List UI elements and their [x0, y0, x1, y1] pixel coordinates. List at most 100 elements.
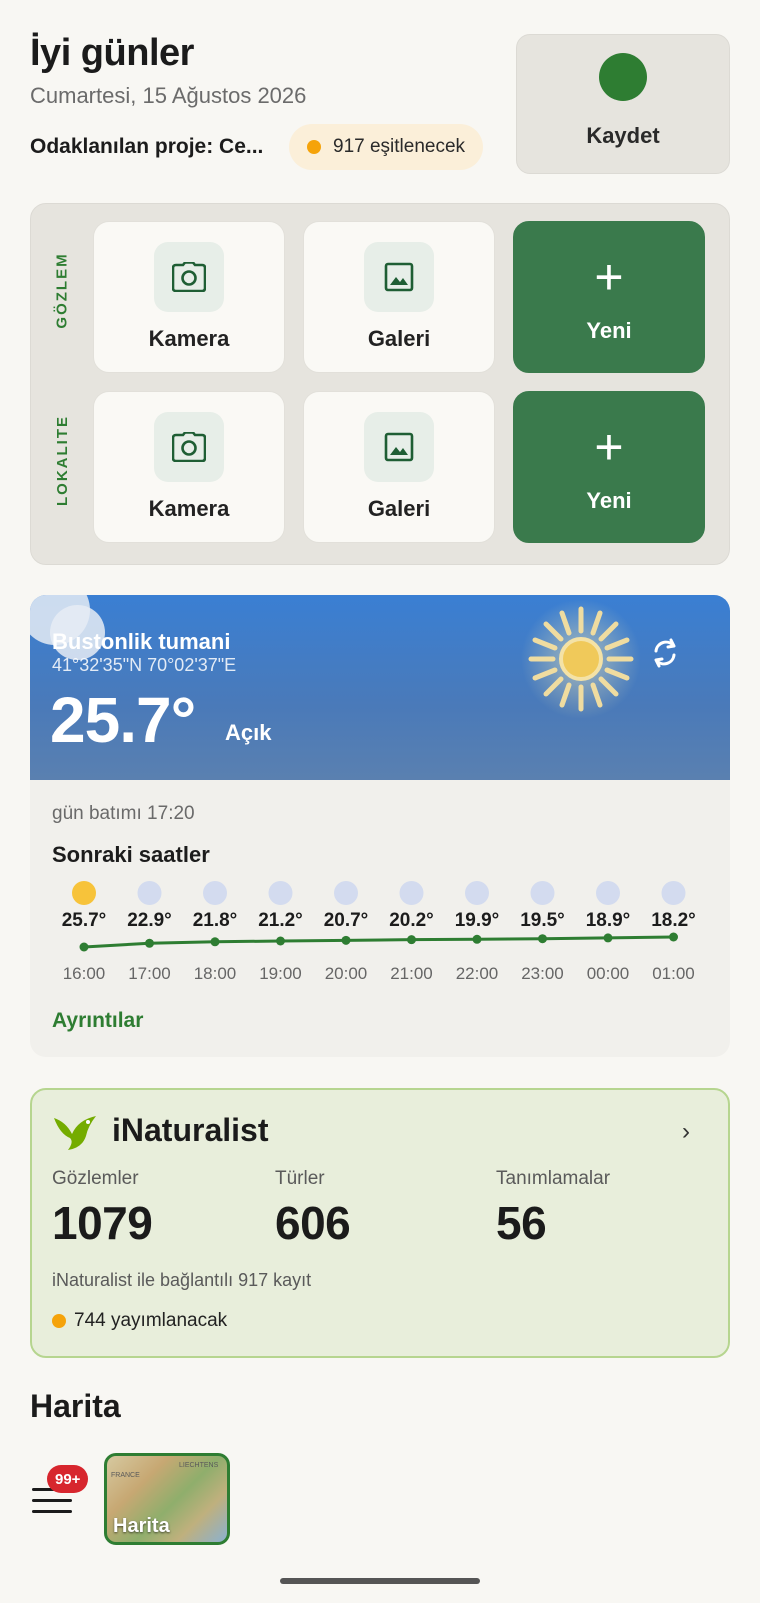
- observation-gallery-button[interactable]: Galeri: [303, 221, 495, 373]
- trend-point: [669, 932, 678, 942]
- camera-label: Kamera: [148, 326, 230, 351]
- inaturalist-title: iNaturalist: [112, 1112, 269, 1148]
- moon-icon: [137, 881, 162, 905]
- hourly-forecast: 25.7° 16:00 22.9° 17:00 21.8° 18:00 21.2° 19:00…: [62, 881, 696, 983]
- new-label: Yeni: [586, 318, 632, 343]
- new-label: Yeni: [586, 488, 632, 513]
- linked-records: iNaturalist ile bağlantılı 917 kayıt: [52, 1270, 312, 1290]
- home-indicator[interactable]: [280, 1578, 480, 1584]
- stat-value: 56: [496, 1197, 547, 1249]
- hour-temperature: 21.2°: [258, 910, 303, 931]
- moon-icon: [661, 881, 686, 905]
- hour-time: 22:00: [456, 964, 499, 983]
- hour-time: 20:00: [325, 964, 368, 983]
- pending-dot-icon: [52, 1314, 66, 1328]
- sunset-time: gün batımı 17:20: [52, 803, 195, 824]
- weather-card[interactable]: Bustonlik tumani 41°32'35"N 70°02'37"E 2…: [30, 595, 730, 1057]
- sync-status-chip[interactable]: 917 eşitlenecek: [289, 124, 484, 170]
- moon-icon: [465, 881, 489, 905]
- hour-temperature: 21.8°: [193, 910, 238, 931]
- hour-time: 21:00: [390, 964, 433, 983]
- sync-chip-label: 917 eşitlenecek: [333, 136, 466, 157]
- date-label: Cumartesi, 15 Ağustos 2026: [30, 83, 307, 108]
- camera-icon: [154, 242, 224, 312]
- map-section-title: Harita: [30, 1388, 121, 1424]
- camera-icon: [154, 412, 224, 482]
- refresh-icon[interactable]: [647, 635, 683, 671]
- capture-panel: GÖZLEM LOKALITE Kamera Galeri + Yeni Kam…: [30, 203, 730, 565]
- hour-temperature: 20.2°: [389, 910, 434, 931]
- stat-identifications: Tanımlamalar 56: [496, 1168, 610, 1250]
- gallery-icon: [364, 242, 434, 312]
- moon-icon: [334, 881, 358, 905]
- observation-new-button[interactable]: + Yeni: [513, 221, 705, 373]
- hour-time: 01:00: [652, 964, 695, 983]
- temperature-trend-line: [83, 935, 674, 949]
- locality-gallery-button[interactable]: Galeri: [303, 391, 495, 543]
- hour-time: 00:00: [587, 964, 630, 983]
- plus-icon: +: [594, 249, 624, 305]
- inaturalist-card[interactable]: iNaturalist › Gözlemler 1079 Türler 606 …: [30, 1088, 730, 1358]
- map-thumbnail[interactable]: FRANCE LIECHTENS Harita: [104, 1453, 230, 1545]
- hour-temperature: 25.7°: [62, 910, 107, 931]
- to-publish-label: 744 yayımlanacak: [74, 1310, 228, 1331]
- weather-condition: Açık: [225, 720, 272, 745]
- hour-temperature: 22.9°: [127, 910, 172, 931]
- gallery-icon: [364, 412, 434, 482]
- inaturalist-bird-icon: [54, 1116, 96, 1150]
- observation-camera-button[interactable]: Kamera: [93, 221, 285, 373]
- location-coordinates: 41°32'35"N 70°02'37"E: [52, 655, 237, 675]
- sun-icon: [72, 881, 96, 905]
- save-label: Kaydet: [586, 123, 660, 148]
- hour-time: 19:00: [259, 964, 302, 983]
- locality-camera-button[interactable]: Kamera: [93, 391, 285, 543]
- hour-temperature: 18.2°: [651, 910, 696, 931]
- trend-point: [472, 934, 482, 944]
- plus-icon: +: [594, 419, 624, 475]
- moon-icon: [530, 881, 555, 905]
- stat-species: Türler 606: [275, 1168, 351, 1250]
- notification-badge: 99+: [47, 1465, 89, 1493]
- hour-temperature: 18.9°: [586, 910, 631, 931]
- stat-value: 606: [275, 1197, 351, 1249]
- pending-dot-icon: [307, 140, 321, 154]
- current-temperature: 25.7°: [50, 684, 196, 756]
- stat-label: Tanımlamalar: [496, 1168, 611, 1189]
- chevron-right-icon[interactable]: ›: [682, 1118, 690, 1146]
- next-hours-title: Sonraki saatler: [52, 842, 210, 867]
- map-label-liechtenstein: LIECHTENS: [179, 1462, 219, 1469]
- weather-header: Bustonlik tumani 41°32'35"N 70°02'37"E 2…: [30, 595, 730, 780]
- trend-point: [538, 934, 547, 944]
- locality-new-button[interactable]: + Yeni: [513, 391, 705, 543]
- trend-point: [210, 937, 220, 947]
- moon-icon: [399, 881, 424, 905]
- stat-observations: Gözlemler 1079: [52, 1168, 153, 1250]
- observation-row-label: GÖZLEM: [53, 251, 71, 329]
- trend-point: [341, 935, 351, 945]
- trend-point: [407, 935, 416, 945]
- stat-label: Gözlemler: [52, 1168, 139, 1189]
- gallery-label: Galeri: [367, 496, 431, 521]
- focused-project[interactable]: Odaklanılan proje: Ce...: [30, 135, 275, 159]
- trend-point: [603, 933, 613, 943]
- trend-point: [79, 942, 89, 952]
- trend-point: [145, 938, 154, 948]
- location-name: Bustonlik tumani: [52, 629, 231, 654]
- stat-label: Türler: [275, 1168, 325, 1189]
- header: İyi günler Cumartesi, 15 Ağustos 2026 Od…: [30, 32, 500, 170]
- record-dot-icon: [599, 53, 647, 101]
- to-publish: 744 yayımlanacak: [52, 1310, 227, 1332]
- moon-icon: [203, 881, 227, 905]
- hour-time: 17:00: [128, 964, 171, 983]
- moon-icon: [596, 881, 620, 905]
- trend-point: [276, 936, 285, 946]
- save-button[interactable]: Kaydet: [516, 34, 730, 174]
- hour-time: 23:00: [521, 964, 564, 983]
- moon-icon: [268, 881, 293, 905]
- stat-value: 1079: [52, 1197, 153, 1249]
- camera-label: Kamera: [148, 496, 230, 521]
- hour-temperature: 19.9°: [455, 910, 500, 931]
- details-link[interactable]: Ayrıntılar: [52, 1009, 143, 1033]
- locality-row-label: LOKALITE: [53, 414, 71, 506]
- hour-temperature: 19.5°: [520, 910, 565, 931]
